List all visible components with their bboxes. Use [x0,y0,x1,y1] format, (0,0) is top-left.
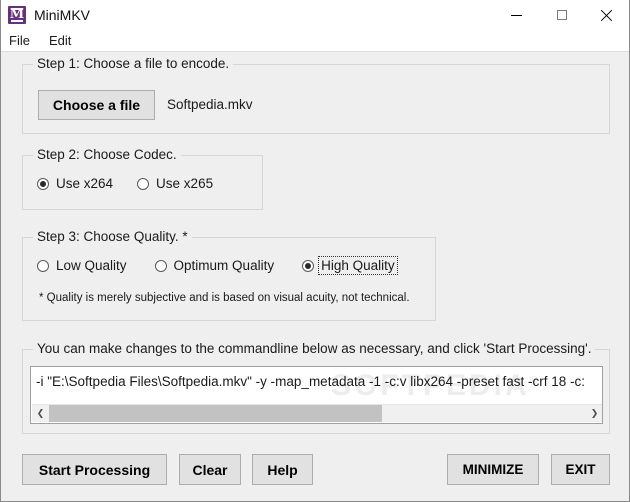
step3-group: Step 3: Choose Quality. * Low Quality Op… [22,229,436,321]
close-icon [600,9,613,22]
scrollbar-track[interactable] [49,405,586,422]
minimize-icon [511,14,522,16]
exit-button[interactable]: EXIT [551,454,610,485]
codec-radio-group: Use x264 Use x265 [37,175,237,192]
radio-label-use-x265: Use x265 [156,176,214,191]
step2-legend: Step 2: Choose Codec. [33,147,181,162]
radio-use-x264[interactable]: Use x264 [37,175,115,192]
radio-optimum-quality[interactable]: Optimum Quality [154,257,277,274]
close-window-button[interactable] [584,0,629,30]
window-title: MiniMKV [34,7,91,23]
radio-low-quality[interactable]: Low Quality [37,257,129,274]
step1-group: Step 1: Choose a file to encode. Choose … [22,56,610,134]
radio-mark-icon [154,259,167,272]
radio-use-x265[interactable]: Use x265 [137,175,215,192]
menu-bar: File Edit [1,30,629,52]
commandline-horizontal-scrollbar[interactable]: ❮ ❯ [32,404,602,422]
minimize-window-button[interactable] [494,0,539,30]
radio-mark-icon [37,259,49,272]
commandline-textbox[interactable]: SOFTPEDIA® -i "E:\Softpedia Files\Softpe… [30,366,603,424]
help-button[interactable]: Help [252,454,313,485]
radio-high-quality[interactable]: High Quality [302,256,398,275]
radio-mark-icon [302,259,315,272]
selected-file-label: Softpedia.mkv [167,97,253,112]
step3-legend: Step 3: Choose Quality. * [33,229,192,244]
app-icon: M [8,6,26,24]
title-bar: M MiniMKV [1,0,629,30]
maximize-icon [556,10,567,20]
commandline-group: You can make changes to the commandline … [22,341,610,434]
radio-mark-icon [37,177,49,190]
radio-label-high-quality: High Quality [318,256,398,275]
maximize-window-button[interactable] [539,0,584,30]
menu-item-file[interactable]: File [9,30,39,51]
radio-mark-icon [137,177,150,190]
scroll-left-icon[interactable]: ❮ [32,405,49,422]
radio-label-use-x264: Use x264 [56,176,114,191]
client-area: Step 1: Choose a file to encode. Choose … [1,52,629,500]
start-processing-button[interactable]: Start Processing [22,454,167,485]
scroll-right-icon[interactable]: ❯ [586,405,602,422]
radio-label-optimum-quality: Optimum Quality [173,258,275,273]
app-icon-letter: M [9,7,25,22]
radio-label-low-quality: Low Quality [56,258,127,273]
step2-group: Step 2: Choose Codec. Use x264 Use x265 [22,147,263,210]
menu-item-edit[interactable]: Edit [49,30,80,51]
step1-legend: Step 1: Choose a file to encode. [33,56,234,71]
choose-file-button[interactable]: Choose a file [38,90,155,120]
commandline-value: -i "E:\Softpedia Files\Softpedia.mkv" -y… [36,374,586,389]
quality-radio-group: Low Quality Optimum Quality High Quality [37,256,423,275]
quality-note: * Quality is merely subjective and is ba… [39,292,410,304]
minimize-app-button[interactable]: MINIMIZE [447,454,539,485]
minimkv-window: M MiniMKV File Edit Step 1: Choose a fil… [0,0,630,502]
window-controls [494,0,629,30]
scrollbar-thumb[interactable] [49,405,382,422]
clear-button[interactable]: Clear [179,454,241,485]
commandline-legend: You can make changes to the commandline … [33,341,596,356]
